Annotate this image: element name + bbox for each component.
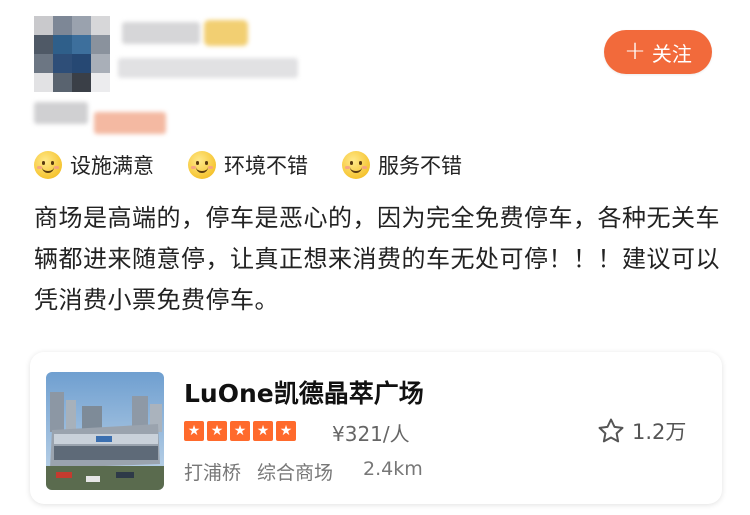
poi-price: ¥321/人 xyxy=(332,422,410,446)
tag-label: 设施满意 xyxy=(70,154,154,178)
star-icon: ★ xyxy=(230,421,250,441)
tag-facility: 设施满意 xyxy=(34,150,154,180)
tag-service: 服务不错 xyxy=(342,150,462,180)
rating-tags: 设施满意 环境不错 服务不错 xyxy=(34,150,462,180)
visit-info-blurred xyxy=(34,102,88,124)
poi-card[interactable]: LuOne凯德晶萃广场 ★ ★ ★ ★ ★ ¥321/人 打浦桥 综合商场 2.… xyxy=(30,352,722,504)
tag-label: 服务不错 xyxy=(378,154,462,178)
star-icon: ★ xyxy=(207,421,227,441)
smiley-icon xyxy=(342,151,370,179)
star-icon: ★ xyxy=(184,421,204,441)
poi-name[interactable]: LuOne凯德晶萃广场 xyxy=(184,374,424,410)
star-icon: ★ xyxy=(253,421,273,441)
favorite-count: 1.2万 xyxy=(632,420,687,444)
poi-district: 打浦桥 xyxy=(184,462,242,484)
review-text[interactable]: 商场是高端的，停车是恶心的，因为完全免费停车，各种无关车辆都进来随意停，让真正想… xyxy=(34,198,720,321)
rating-stars: ★ ★ ★ ★ ★ xyxy=(184,421,296,441)
plus-icon: + xyxy=(624,36,646,66)
review-card: + 关注 设施满意 环境不错 服务不错 商场是高端的，停车是恶心的，因为完全免费… xyxy=(0,0,750,515)
favorite-button[interactable]: 1.2万 xyxy=(596,416,686,446)
tag-environment: 环境不错 xyxy=(188,150,308,180)
tag-label: 环境不错 xyxy=(224,154,308,178)
username-blurred xyxy=(122,22,200,44)
visit-date-blurred xyxy=(94,112,166,134)
star-outline-icon xyxy=(598,418,624,443)
star-icon: ★ xyxy=(276,421,296,441)
avatar[interactable] xyxy=(34,16,110,92)
poi-meta: 打浦桥 综合商场 2.4km xyxy=(184,458,423,485)
smiley-icon xyxy=(188,151,216,179)
poi-category: 综合商场 xyxy=(257,462,334,484)
follow-button[interactable]: + 关注 xyxy=(604,30,712,74)
user-meta-blurred xyxy=(118,58,298,78)
follow-label: 关注 xyxy=(651,41,692,66)
level-badge-blurred xyxy=(204,20,248,46)
smiley-icon xyxy=(34,151,62,179)
poi-thumbnail xyxy=(46,372,164,490)
poi-distance: 2.4km xyxy=(363,458,423,480)
